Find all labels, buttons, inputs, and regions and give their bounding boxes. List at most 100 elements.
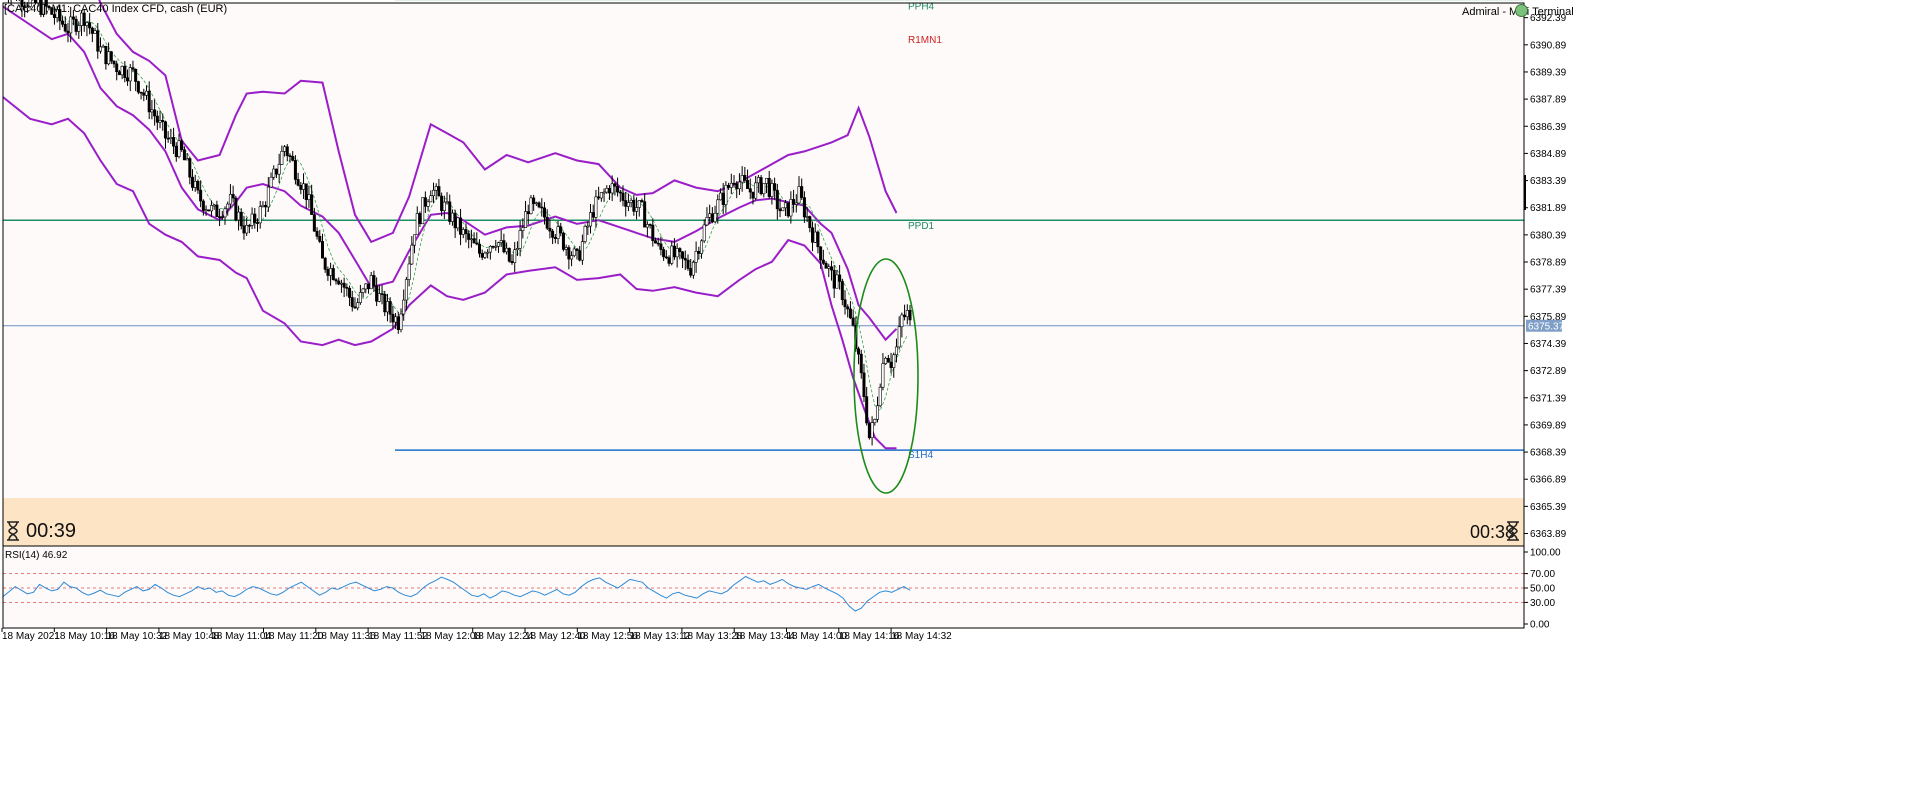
candle-body [196, 181, 200, 191]
candle-body [740, 175, 744, 183]
candle-body [448, 201, 452, 222]
terminal-globe-icon[interactable] [1515, 4, 1528, 17]
candle-body [786, 202, 790, 217]
candle-body [172, 137, 176, 147]
candle-body [185, 158, 189, 161]
rsi-tick-label: 70.00 [1530, 569, 1555, 580]
candle-body [402, 299, 406, 315]
candle-body [878, 386, 882, 407]
candle-body [161, 120, 165, 123]
candle-body [101, 45, 105, 48]
candle-body [426, 201, 430, 207]
candle-body [515, 248, 519, 251]
candle-body [840, 281, 844, 301]
candle-body [475, 242, 479, 245]
candle-body [811, 227, 815, 243]
candle-body [486, 251, 490, 254]
price-tick-label: 6363.89 [1530, 529, 1567, 540]
candle-body [193, 181, 197, 188]
candle-body [591, 212, 595, 218]
candle-body [342, 282, 346, 288]
candle-body [640, 200, 644, 203]
candle-body [128, 67, 132, 82]
candle-body [727, 184, 731, 188]
candle-body [870, 422, 874, 439]
candle-body [686, 259, 690, 269]
price-chart-area[interactable] [3, 3, 1524, 546]
candle-body [350, 297, 354, 308]
candle-body [567, 247, 571, 260]
candle-body [851, 317, 855, 326]
current-price-label: 6375.37 [1528, 322, 1565, 333]
candle-body [258, 206, 262, 224]
candle-body [556, 226, 560, 239]
candle-body [391, 313, 395, 323]
candle-body [632, 199, 636, 212]
candle-body [245, 224, 249, 234]
candle-body [691, 262, 695, 276]
candle-body [789, 199, 793, 217]
candle-body [464, 229, 468, 234]
candle-body [751, 191, 755, 199]
candle-body [705, 217, 709, 226]
candle-body [274, 168, 278, 175]
candle-body [69, 16, 73, 34]
candle-body [884, 358, 888, 364]
candle-body [107, 51, 111, 65]
candle-body [537, 202, 541, 208]
candle-body [876, 405, 880, 420]
candle-body [188, 158, 192, 178]
candle-body [283, 146, 287, 152]
candle-body [513, 249, 517, 264]
candle-body [421, 197, 425, 225]
candle-body [781, 207, 785, 212]
candle-body [732, 182, 736, 185]
symbol-info: [CAC40], M1: CAC40 Index CFD, cash (EUR) [4, 3, 228, 15]
candle-body [234, 197, 238, 221]
candle-body [88, 22, 92, 29]
candle-body [905, 310, 909, 318]
hourglass-icon-left [6, 521, 20, 546]
level-label-ppd1: PPD1 [908, 221, 935, 232]
candle-body [318, 236, 322, 242]
candle-body [117, 71, 121, 76]
candle-body [629, 199, 633, 203]
price-tick-label: 6374.39 [1530, 339, 1567, 350]
rsi-tick-label: 30.00 [1530, 598, 1555, 609]
candle-body [708, 213, 712, 218]
candle-body [182, 149, 186, 161]
candle-body [250, 213, 254, 226]
candle-body [331, 268, 335, 280]
level-label-s1h4: S1H4 [908, 450, 933, 461]
candle-body [718, 192, 722, 201]
candle-body [491, 246, 495, 248]
chart-canvas[interactable]: 6392.396390.896389.396387.896386.396384.… [0, 0, 1916, 789]
candle-body [651, 224, 655, 241]
candle-body [510, 260, 514, 264]
candle-body [681, 251, 685, 259]
candle-body [524, 211, 528, 228]
candle-body [218, 216, 222, 218]
candle-body [848, 308, 852, 319]
candle-body [174, 145, 178, 158]
candle-body [353, 306, 357, 309]
candle-body [859, 353, 863, 374]
candle-body [256, 222, 260, 224]
timer-left: 00:39 [26, 520, 77, 542]
candle-body [467, 233, 471, 240]
candle-body [180, 140, 184, 151]
candle-body [659, 243, 663, 250]
price-tick-label: 6386.39 [1530, 122, 1567, 133]
candle-body [507, 247, 511, 262]
candle-body [862, 372, 866, 397]
candle-body [456, 217, 460, 229]
candle-body [832, 269, 836, 289]
candle-body [624, 200, 628, 207]
price-tick-label: 6390.89 [1530, 40, 1567, 51]
candle-body [329, 268, 333, 276]
candle-body [881, 363, 885, 388]
rsi-tick-label: 100.00 [1530, 548, 1561, 559]
candle-body [388, 301, 392, 315]
candle-body [778, 208, 782, 212]
candle-body [903, 314, 907, 318]
